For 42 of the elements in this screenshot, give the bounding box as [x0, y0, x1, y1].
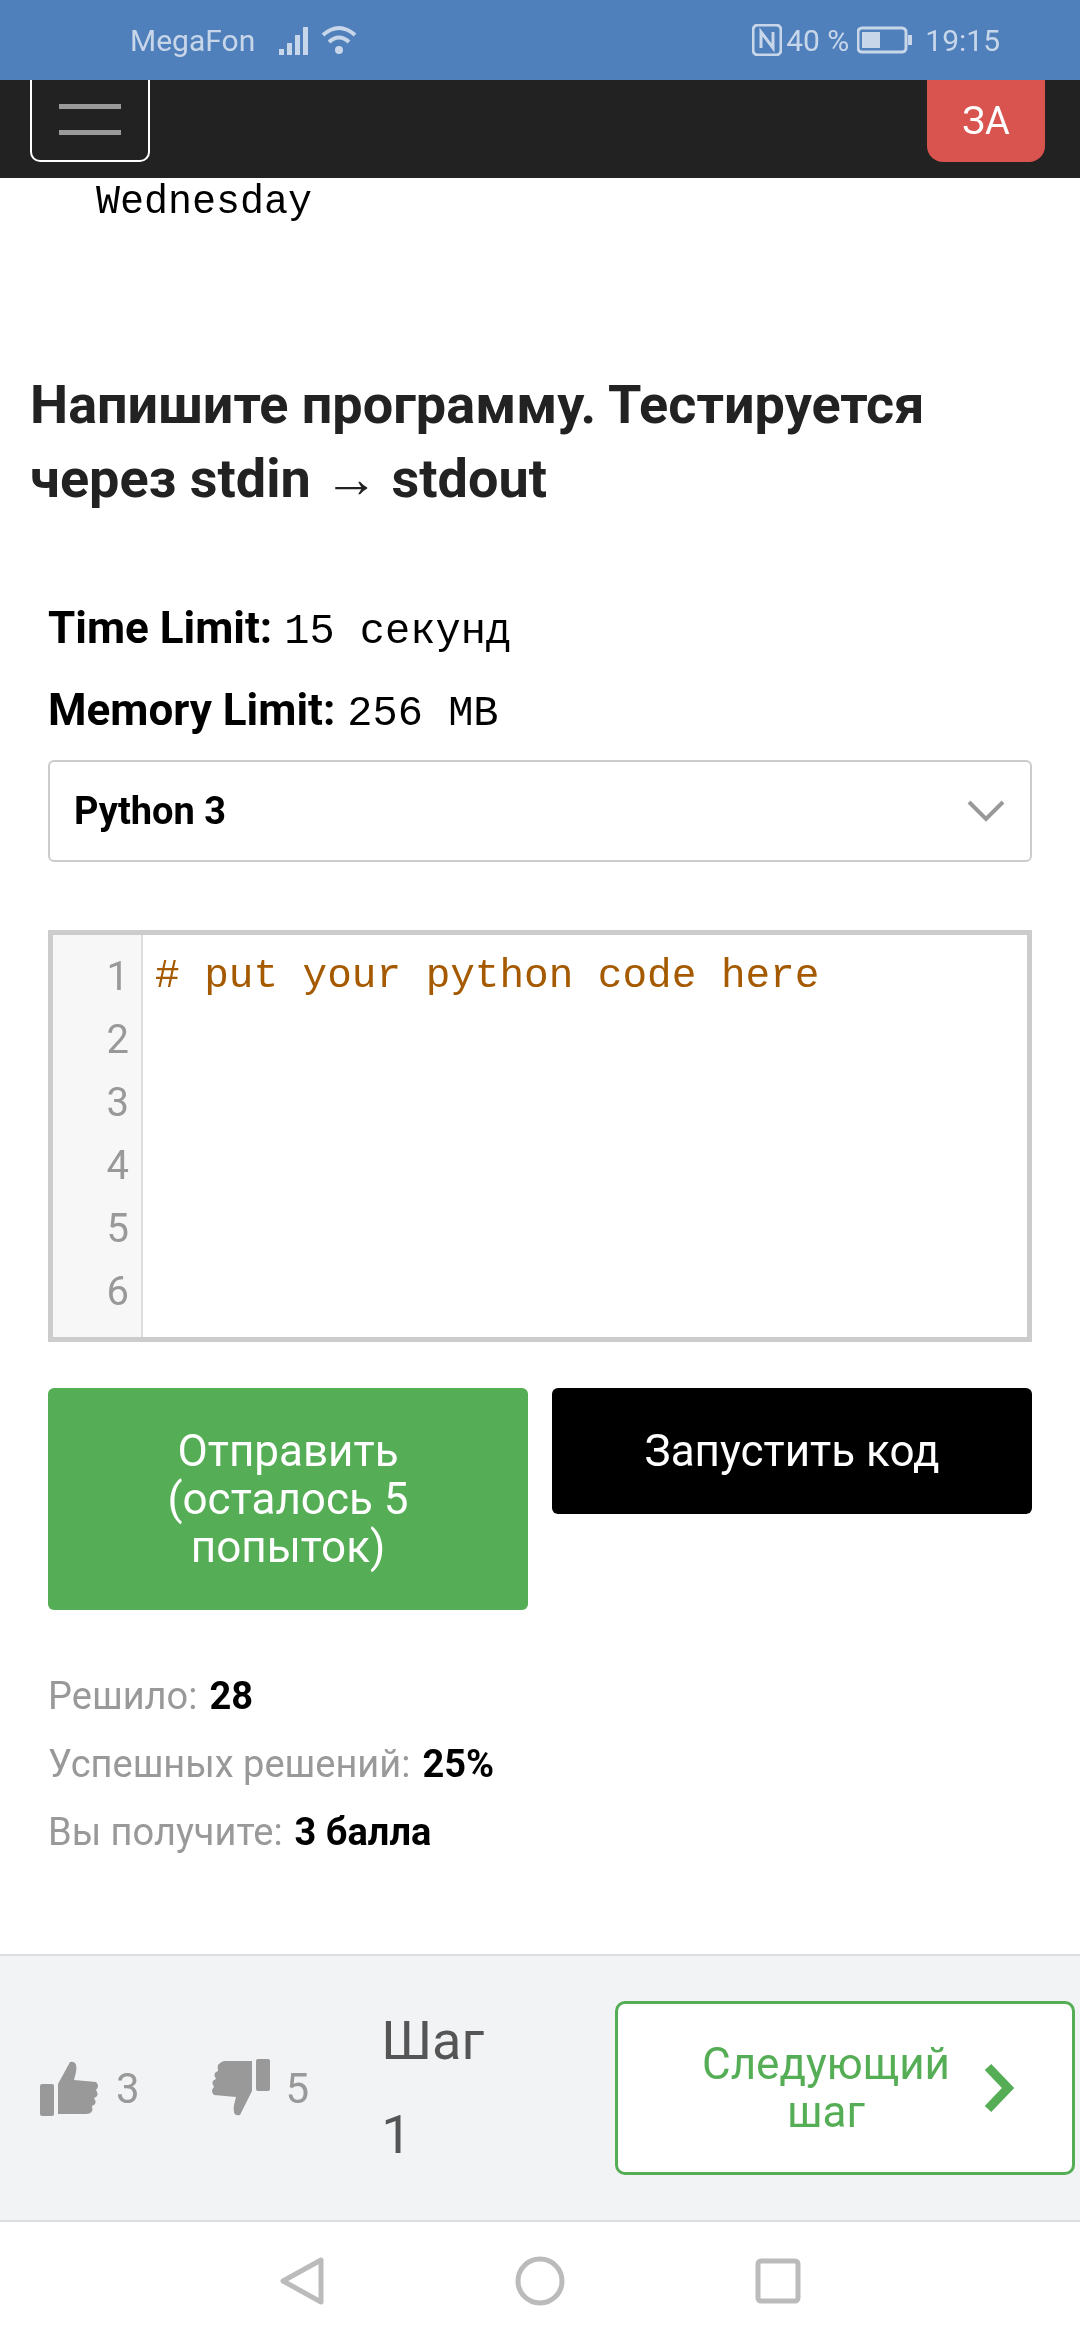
stat-label: Решило:: [48, 1673, 198, 1720]
limit-label: Memory Limit:: [48, 683, 336, 738]
clock-time: 19:15: [925, 21, 1000, 60]
limit-label: Time Limit:: [48, 601, 273, 656]
limit-value: 256 MB: [347, 689, 499, 740]
battery-icon: [857, 26, 914, 54]
line-number: 6: [105, 1267, 130, 1317]
step-label: Шаг: [381, 2008, 486, 2074]
line-number: 2: [105, 1015, 130, 1065]
line-number: 1: [105, 952, 130, 1002]
stat-value: 3 балла: [294, 1809, 432, 1856]
nfc-icon: [752, 24, 783, 56]
line-number: 5: [105, 1204, 130, 1254]
language-select[interactable]: Python 3: [48, 760, 1032, 862]
line-number: 3: [105, 1078, 130, 1128]
step-number: 1: [381, 2102, 413, 2168]
code-comment: # put your python code here: [155, 952, 820, 1001]
submit-button[interactable]: Отправить (осталось 5 попыток): [48, 1388, 528, 1610]
back-icon[interactable]: [279, 2256, 325, 2306]
stat-value: 28: [209, 1673, 253, 1720]
like-count: 3: [116, 2062, 140, 2115]
run-code-button[interactable]: Запустить код: [552, 1388, 1032, 1514]
dislike-count: 5: [285, 2062, 310, 2115]
line-number: 4: [105, 1141, 130, 1191]
stat-label: Успешных решений:: [48, 1741, 411, 1788]
recents-icon[interactable]: [755, 2258, 801, 2304]
task-heading: Напишите программу. Тестируется через stdin → stdout: [29, 372, 926, 512]
carrier-name: MegaFon: [130, 21, 256, 60]
home-icon[interactable]: [515, 2256, 565, 2306]
chevron-down-icon: [966, 799, 1006, 823]
menu-button[interactable]: [30, 80, 150, 162]
wifi-icon: [321, 25, 358, 55]
stat-value: 25%: [422, 1741, 495, 1788]
stat-label: Вы получите:: [48, 1809, 283, 1856]
output-text: Wednesday: [96, 180, 313, 225]
battery-percent: 40 %: [786, 21, 850, 60]
code-editor[interactable]: 1 2 3 4 5 6 # put your python code here: [48, 930, 1032, 1342]
limit-value: 15 секунд: [284, 607, 512, 658]
action-button[interactable]: ЗА: [927, 80, 1045, 162]
menu-icon: [59, 104, 121, 136]
next-step-button[interactable]: Следующий шаг: [615, 2001, 1075, 2175]
chevron-right-icon: [984, 2063, 1014, 2113]
